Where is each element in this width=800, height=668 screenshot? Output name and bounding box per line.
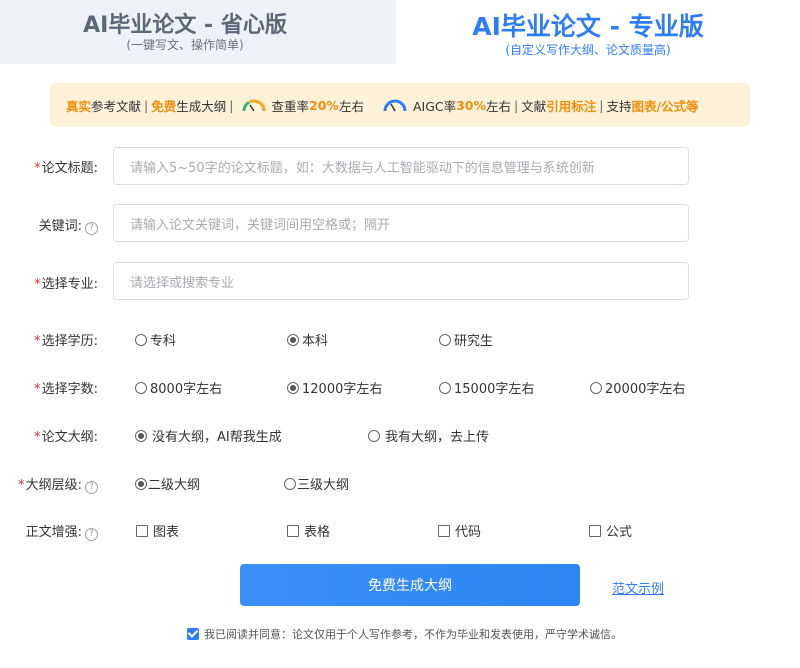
outline-level-label: *大纲层级:? [0,474,98,494]
banner-text: AIGC率 [412,98,457,114]
radio-selected-icon [135,429,147,442]
radio-icon [439,333,451,346]
sample-essay-link[interactable]: 范文示例 [612,578,664,597]
banner-text: 生成大纲 [176,98,227,114]
gauge-orange-icon [241,99,266,112]
radio-icon [135,333,147,346]
checkbox-icon [589,524,601,537]
outline-level-option[interactable]: 三级大纲 [284,474,349,493]
tab-pro-title: AI毕业论文 - 专业版 [472,12,704,41]
radio-icon [135,381,147,394]
gauge-blue-icon [383,99,407,112]
radio-icon [439,381,451,394]
feature-banner: 真实 参考文献 | 免费 生成大纲 | 查重率 20% 左右 AIGC率 30% 左右 |… [50,83,750,127]
generate-outline-button[interactable]: 免费生成大纲 [240,564,580,606]
banner-text: 20% [309,97,339,113]
help-icon[interactable]: ? [85,481,98,494]
wordcount-option[interactable]: 20000字左右 [590,378,685,397]
radio-icon [368,429,380,442]
banner-text: 左右 [486,98,512,114]
radio-icon [284,477,296,490]
degree-option[interactable]: 本科 [287,330,328,349]
banner-text: 支持 [606,98,632,114]
radio-icon [590,381,602,394]
banner-separator: | [599,97,604,113]
major-select[interactable]: 请选择或搜索专业 [113,262,689,300]
wordcount-label: *选择字数: [34,382,98,397]
major-label: *选择专业: [34,277,98,292]
outline-label: *论文大纲: [34,430,98,445]
checkbox-checked-icon[interactable] [187,628,199,640]
banner-text: 图表/公式等 [631,98,699,114]
tab-easy-subtitle: (一键写文、操作简单) [126,38,244,52]
enhance-option-chart[interactable]: 图表 [136,521,179,540]
wordcount-option[interactable]: 12000字左右 [287,378,382,397]
checkbox-icon [287,524,299,537]
degree-option[interactable]: 专科 [135,330,176,349]
tab-pro-version[interactable]: AI毕业论文 - 专业版 (自定义写作大纲、论文质量高) [396,0,800,64]
outline-option[interactable]: 没有大纲，AI帮我生成 [135,426,282,445]
version-tabs: AI毕业论文 - 省心版 (一键写文、操作简单) AI毕业论文 - 专业版 (自… [0,0,800,64]
enhance-option-table[interactable]: 表格 [287,521,330,540]
wordcount-option[interactable]: 8000字左右 [135,378,222,397]
radio-selected-icon [287,333,299,346]
checkbox-icon [438,524,450,537]
banner-text: 真实 [66,98,92,114]
banner-text: 免费 [151,98,177,114]
help-icon[interactable]: ? [85,222,98,235]
banner-text: 查重率 [271,98,310,114]
tab-easy-version[interactable]: AI毕业论文 - 省心版 (一键写文、操作简单) [0,0,420,64]
wordcount-option[interactable]: 15000字左右 [439,378,534,397]
banner-text: 引用标注 [546,98,597,114]
radio-selected-icon [135,477,147,490]
keywords-input[interactable]: 请输入论文关键词，关键词间用空格或；隔开 [113,204,689,242]
banner-separator: | [514,97,519,113]
enhance-option-formula[interactable]: 公式 [589,521,632,540]
banner-separator: | [229,97,234,113]
enhance-label: 正文增强:? [0,521,98,541]
degree-option[interactable]: 研究生 [439,330,493,349]
enhance-option-code[interactable]: 代码 [438,521,481,540]
banner-text: 参考文献 [91,98,142,114]
help-icon[interactable]: ? [85,528,98,541]
banner-text: 左右 [338,98,364,114]
title-label: *论文标题: [34,161,98,176]
banner-text: 30% [456,97,487,113]
degree-label: *选择学历: [34,334,98,349]
radio-selected-icon [287,381,299,394]
banner-separator: | [144,97,149,113]
agreement-text: 我已阅读并同意：论文仅用于个人写作参考，不作为毕业和发表使用，严守学术诚信。 [204,628,622,641]
tab-easy-title: AI毕业论文 - 省心版 [83,13,287,38]
keywords-label: 关键词:? [0,215,98,235]
agreement[interactable]: 我已阅读并同意：论文仅用于个人写作参考，不作为毕业和发表使用，严守学术诚信。 [187,626,622,642]
checkbox-icon [136,524,148,537]
banner-text: 文献 [521,98,547,114]
outline-option[interactable]: 我有大纲，去上传 [368,426,489,445]
outline-level-option[interactable]: 二级大纲 [135,474,200,493]
title-input[interactable]: 请输入5~50字的论文标题，如：大数据与人工智能驱动下的信息管理与系统创新 [113,147,689,185]
tab-pro-subtitle: (自定义写作大纲、论文质量高) [505,43,671,57]
